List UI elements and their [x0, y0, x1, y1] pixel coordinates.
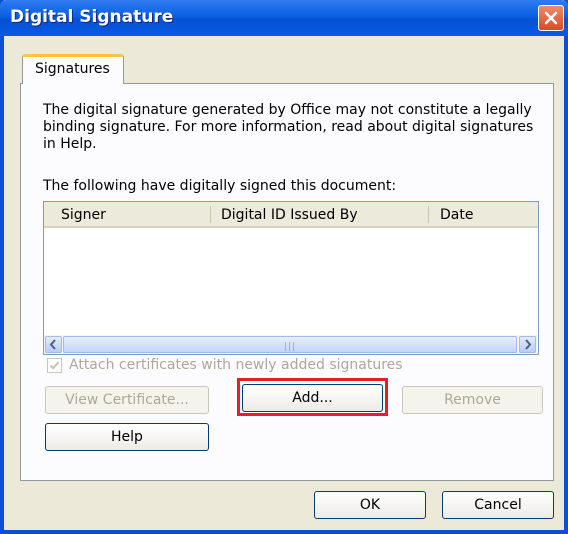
attach-certificates-label: Attach certificates with newly added sig…: [69, 357, 403, 373]
horizontal-scrollbar[interactable]: |||: [44, 335, 538, 354]
column-header-date[interactable]: Date: [440, 207, 473, 223]
column-divider[interactable]: [210, 206, 211, 223]
column-header-issued-by[interactable]: Digital ID Issued By: [221, 207, 358, 223]
view-certificate-button[interactable]: View Certificate...: [45, 386, 209, 414]
chevron-right-icon: [525, 339, 532, 350]
tab-signatures-label: Signatures: [35, 61, 110, 77]
checkmark-icon: [49, 361, 60, 370]
close-icon: [544, 11, 558, 25]
scroll-left-button[interactable]: [45, 336, 62, 353]
grip-icon: |||: [284, 342, 297, 352]
chevron-left-icon: [49, 339, 56, 350]
add-button[interactable]: Add...: [242, 384, 383, 412]
list-header: Signer Digital ID Issued By Date: [44, 202, 538, 228]
close-button[interactable]: [538, 5, 564, 31]
remove-button[interactable]: Remove: [402, 386, 543, 414]
signatures-list[interactable]: Signer Digital ID Issued By Date |||: [43, 201, 539, 355]
window-title: Digital Signature: [10, 7, 174, 27]
digital-signature-dialog: Digital Signature Signatures The digital…: [0, 0, 568, 534]
scroll-right-button[interactable]: [519, 336, 536, 353]
signatures-panel: The digital signature generated by Offic…: [20, 83, 554, 481]
scroll-thumb[interactable]: |||: [63, 336, 517, 353]
column-header-signer[interactable]: Signer: [61, 207, 106, 223]
title-bar[interactable]: Digital Signature: [0, 0, 568, 36]
help-button[interactable]: Help: [45, 423, 209, 451]
attach-certificates-checkbox[interactable]: [47, 358, 62, 373]
info-text: The digital signature generated by Offic…: [43, 102, 534, 152]
ok-button[interactable]: OK: [314, 491, 426, 519]
column-divider[interactable]: [428, 206, 429, 223]
tab-signatures[interactable]: Signatures: [22, 54, 124, 84]
signed-list-label: The following have digitally signed this…: [43, 178, 397, 194]
cancel-button[interactable]: Cancel: [442, 491, 554, 519]
